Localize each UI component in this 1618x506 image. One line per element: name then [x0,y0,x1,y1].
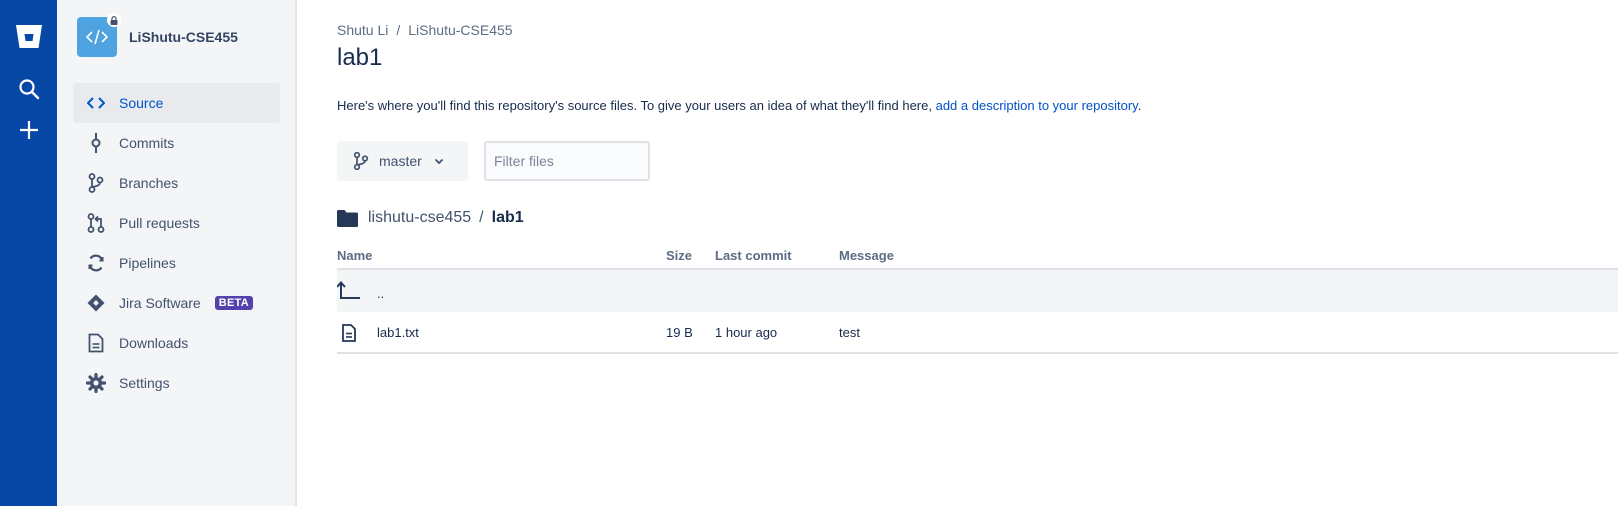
sidebar-item-settings[interactable]: Settings [73,363,280,403]
column-last-commit: Last commit [715,247,792,263]
code-icon [86,29,108,45]
breadcrumb-repo-link[interactable]: LiShutu-CSE455 [408,22,512,38]
sidebar-item-label: Downloads [119,335,189,351]
path-separator: / [479,209,484,226]
parent-directory-row[interactable]: .. [337,270,1618,312]
intro-end: . [1137,98,1142,113]
sidebar-item-downloads[interactable]: Downloads [73,323,280,363]
parent-directory-link[interactable]: .. [377,286,384,301]
file-table-header: Name Size Last commit Message [337,242,1618,270]
repo-name: LiShutu-CSE455 [129,29,238,45]
branch-label: master [379,153,422,169]
sidebar-item-branches[interactable]: Branches [73,163,280,203]
gear-icon [73,373,119,393]
breadcrumb: Shutu Li / LiShutu-CSE455 [337,22,513,38]
file-icon [342,312,356,354]
directory-path: lishutu-cse455 / lab1 [337,206,524,230]
repository-intro: Here's where you'll find this repository… [337,98,1141,113]
sidebar-item-label: Branches [119,175,179,191]
sidebar-item-label: Pipelines [119,255,176,271]
bitbucket-logo-icon[interactable] [0,18,57,54]
file-last-commit: 1 hour ago [715,324,778,340]
path-current: lab1 [491,209,524,226]
chevron-down-icon [434,158,444,165]
file-name-link[interactable]: lab1.txt [377,325,419,340]
repo-header[interactable]: LiShutu-CSE455 [77,13,238,57]
jira-icon [73,293,119,313]
sidebar-item-pull-requests[interactable]: Pull requests [73,203,280,243]
branch-icon [353,152,369,170]
intro-text: Here's where you'll find this repository… [337,98,936,113]
source-code-icon [73,96,119,110]
sidebar-item-label: Settings [119,375,170,391]
file-table: Name Size Last commit Message .. lab1.tx… [337,242,1618,354]
path-root-link[interactable]: lishutu-cse455 [368,209,471,227]
sidebar-item-source[interactable]: Source [73,83,280,123]
beta-badge: BETA [214,296,254,310]
sidebar-item-label: Source [119,95,164,111]
file-size: 19 B [666,324,693,340]
downloads-icon [73,333,119,353]
main-content: Shutu Li / LiShutu-CSE455 lab1 Here's wher… [337,0,1618,506]
column-name: Name [337,247,373,263]
lock-icon [107,13,121,27]
sidebar-nav: Source Commits Branches Pull requests Pi… [73,83,280,403]
create-plus-icon[interactable] [0,113,57,147]
folder-icon [337,209,358,227]
file-commit-message: test [839,324,860,340]
branch-selector[interactable]: master [337,141,468,181]
table-row[interactable]: lab1.txt 19 B 1 hour ago test [337,312,1618,354]
sidebar-item-label: Commits [119,135,175,151]
sidebar-item-label: Jira Software [119,295,201,311]
column-message: Message [839,247,894,263]
repo-avatar [77,13,121,57]
sidebar-item-pipelines[interactable]: Pipelines [73,243,280,283]
sidebar-item-label: Pull requests [119,215,200,231]
commit-icon [73,133,119,153]
branches-icon [73,173,119,193]
sidebar: LiShutu-CSE455 Source Commits Branches P… [57,0,297,506]
pull-request-icon [73,213,119,233]
parent-directory-icon [337,270,361,312]
sidebar-item-jira-software[interactable]: Jira Software BETA [73,283,280,323]
column-size: Size [666,247,693,263]
filter-files-input[interactable] [484,141,650,181]
sidebar-item-commits[interactable]: Commits [73,123,280,163]
page-title: lab1 [337,44,383,71]
add-description-link[interactable]: add a description to your repository [936,98,1138,113]
breadcrumb-separator: / [396,22,401,38]
pipelines-icon [73,253,119,273]
search-icon[interactable] [0,72,57,106]
global-nav [0,0,57,506]
breadcrumb-owner-link[interactable]: Shutu Li [337,22,388,38]
